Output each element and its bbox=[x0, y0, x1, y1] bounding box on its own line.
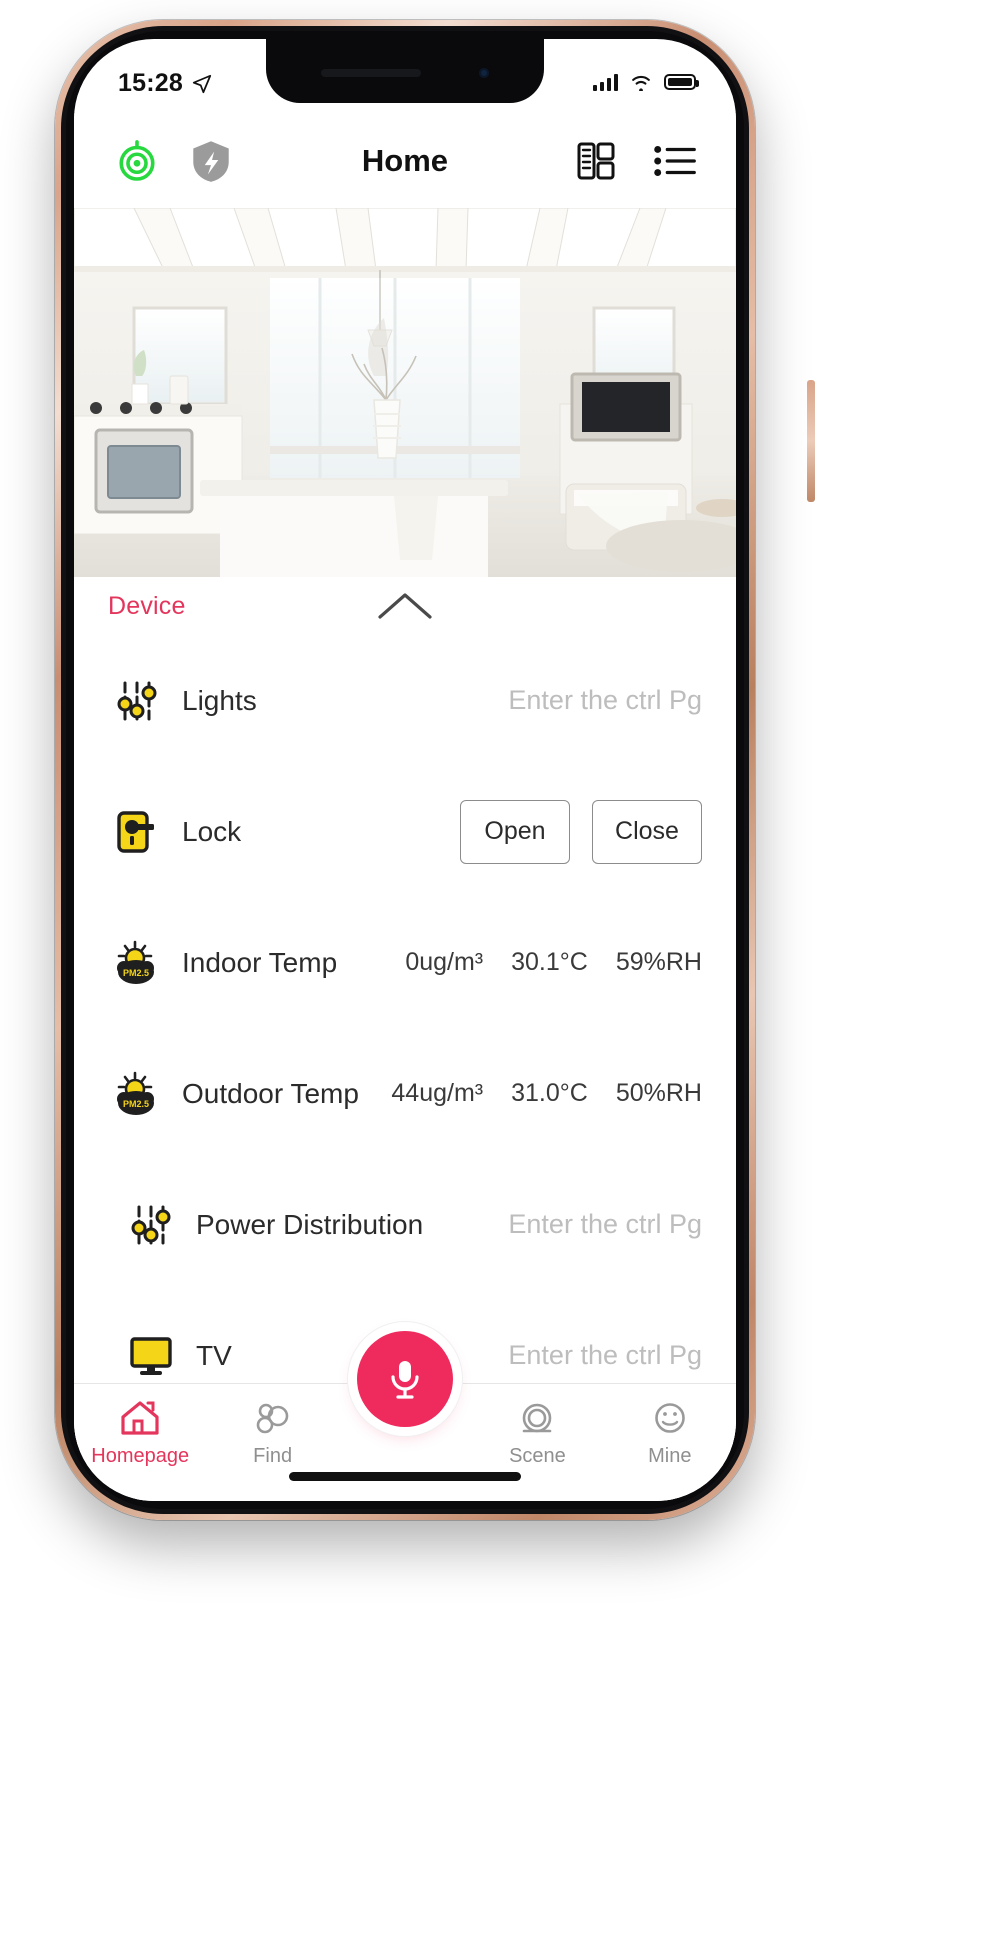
outdoor-metrics: 44ug/m³ 31.0°C 50%RH bbox=[391, 1079, 702, 1108]
lock-controls: Open Close bbox=[460, 799, 702, 864]
list-menu-icon[interactable] bbox=[650, 137, 700, 185]
scene-rings-icon bbox=[523, 1403, 552, 1433]
device-name: Power Distribution bbox=[196, 1208, 424, 1240]
device-notch bbox=[266, 39, 544, 103]
sliders-control-icon bbox=[108, 677, 166, 725]
status-time-group: 15:28 bbox=[118, 69, 213, 98]
profile-smiley-icon bbox=[655, 1403, 685, 1433]
voice-assistant-button[interactable] bbox=[357, 1331, 453, 1427]
home-icon bbox=[121, 1401, 159, 1435]
tab-homepage[interactable]: Homepage bbox=[74, 1398, 206, 1468]
device-name: Lights bbox=[182, 684, 257, 716]
device-row-power-distribution[interactable]: Power Distribution Enter the ctrl Pg bbox=[122, 1159, 702, 1290]
status-time: 15:28 bbox=[118, 69, 183, 97]
tab-label: Mine bbox=[648, 1445, 692, 1467]
camera-monitor-icon[interactable] bbox=[110, 134, 164, 188]
metric-pm25: 0ug/m³ bbox=[405, 948, 484, 976]
power-button[interactable] bbox=[807, 380, 815, 502]
cellular-signal-icon bbox=[593, 73, 618, 91]
device-hint: Enter the ctrl Pg bbox=[508, 1209, 702, 1239]
device-action: 0ug/m³ 30.1°C 59%RH bbox=[405, 948, 702, 977]
metric-humidity: 59%RH bbox=[615, 948, 702, 976]
device-action[interactable]: Enter the ctrl Pg bbox=[508, 685, 702, 716]
rooms-grid-icon[interactable] bbox=[572, 137, 620, 185]
tab-find[interactable]: Find bbox=[206, 1398, 338, 1468]
sliders-control-icon bbox=[122, 1201, 180, 1249]
tab-scene[interactable]: Scene bbox=[471, 1398, 603, 1468]
device-action[interactable]: Enter the ctrl Pg bbox=[508, 1209, 702, 1240]
indoor-metrics: 0ug/m³ 30.1°C 59%RH bbox=[405, 948, 702, 977]
device-row-indoor-temp[interactable]: PM2.5 Indoor Temp 0ug/m³ 30.1°C 59%RH bbox=[108, 897, 702, 1028]
metric-temperature: 30.1°C bbox=[511, 948, 588, 976]
tab-label: Homepage bbox=[91, 1445, 190, 1467]
device-section-title: Device bbox=[108, 591, 186, 620]
device-name: Indoor Temp bbox=[182, 946, 338, 978]
metric-humidity: 50%RH bbox=[615, 1079, 702, 1107]
pm25-sun-cloud-icon: PM2.5 bbox=[108, 939, 166, 987]
device-name: Lock bbox=[182, 815, 242, 847]
device-row-lock[interactable]: Lock Open Close bbox=[108, 766, 702, 897]
svg-text:PM2.5: PM2.5 bbox=[123, 1099, 149, 1109]
device-action: Open Close bbox=[460, 799, 702, 864]
device-name: Outdoor Temp bbox=[182, 1077, 359, 1109]
home-photo-illustration bbox=[74, 208, 736, 577]
phone-screen: 15:28 Home Device Lights Enter the ctrl … bbox=[74, 39, 736, 1501]
metric-temperature: 31.0°C bbox=[511, 1079, 588, 1107]
tv-monitor-icon bbox=[122, 1333, 180, 1379]
battery-full-icon bbox=[664, 74, 699, 90]
discover-bubbles-icon bbox=[256, 1403, 288, 1434]
metric-pm25: 44ug/m³ bbox=[391, 1079, 484, 1107]
home-photo[interactable] bbox=[74, 208, 736, 577]
device-list: Lights Enter the ctrl Pg Lock Open Close… bbox=[74, 635, 736, 1421]
home-indicator[interactable] bbox=[289, 1472, 521, 1481]
screenshot-root: 15:28 Home Device Lights Enter the ctrl … bbox=[0, 0, 1000, 1949]
microphone-icon bbox=[391, 1361, 419, 1399]
status-icons bbox=[593, 69, 699, 91]
device-panel-header: Device bbox=[74, 577, 736, 635]
earpiece-speaker bbox=[321, 69, 421, 77]
device-hint: Enter the ctrl Pg bbox=[508, 1340, 702, 1370]
svg-text:PM2.5: PM2.5 bbox=[123, 968, 149, 978]
device-panel: Device Lights Enter the ctrl Pg Lock Ope… bbox=[74, 577, 736, 1501]
tab-mine[interactable]: Mine bbox=[604, 1398, 736, 1468]
tab-label: Find bbox=[253, 1445, 293, 1467]
app-navbar: Home bbox=[74, 113, 736, 208]
chevron-up-icon[interactable] bbox=[374, 587, 436, 630]
device-row-lights[interactable]: Lights Enter the ctrl Pg bbox=[108, 635, 702, 766]
wifi-icon bbox=[632, 75, 650, 91]
lock-close-button[interactable]: Close bbox=[592, 799, 702, 864]
navbar-right-actions bbox=[572, 137, 700, 185]
device-action: 44ug/m³ 31.0°C 50%RH bbox=[391, 1079, 702, 1108]
location-arrow-icon bbox=[192, 74, 212, 93]
pm25-sun-cloud-icon: PM2.5 bbox=[108, 1070, 166, 1118]
navbar-left-actions bbox=[110, 134, 236, 188]
security-shield-icon[interactable] bbox=[186, 136, 236, 186]
lock-open-button[interactable]: Open bbox=[460, 799, 570, 864]
door-lock-icon bbox=[108, 808, 166, 856]
device-action[interactable]: Enter the ctrl Pg bbox=[508, 1340, 702, 1371]
device-hint: Enter the ctrl Pg bbox=[508, 685, 702, 715]
device-row-outdoor-temp[interactable]: PM2.5 Outdoor Temp 44ug/m³ 31.0°C 50%RH bbox=[108, 1028, 702, 1159]
device-name: TV bbox=[196, 1339, 232, 1371]
phone-frame: 15:28 Home Device Lights Enter the ctrl … bbox=[55, 20, 815, 1520]
front-camera-icon bbox=[479, 68, 489, 78]
tab-label: Scene bbox=[509, 1445, 566, 1467]
